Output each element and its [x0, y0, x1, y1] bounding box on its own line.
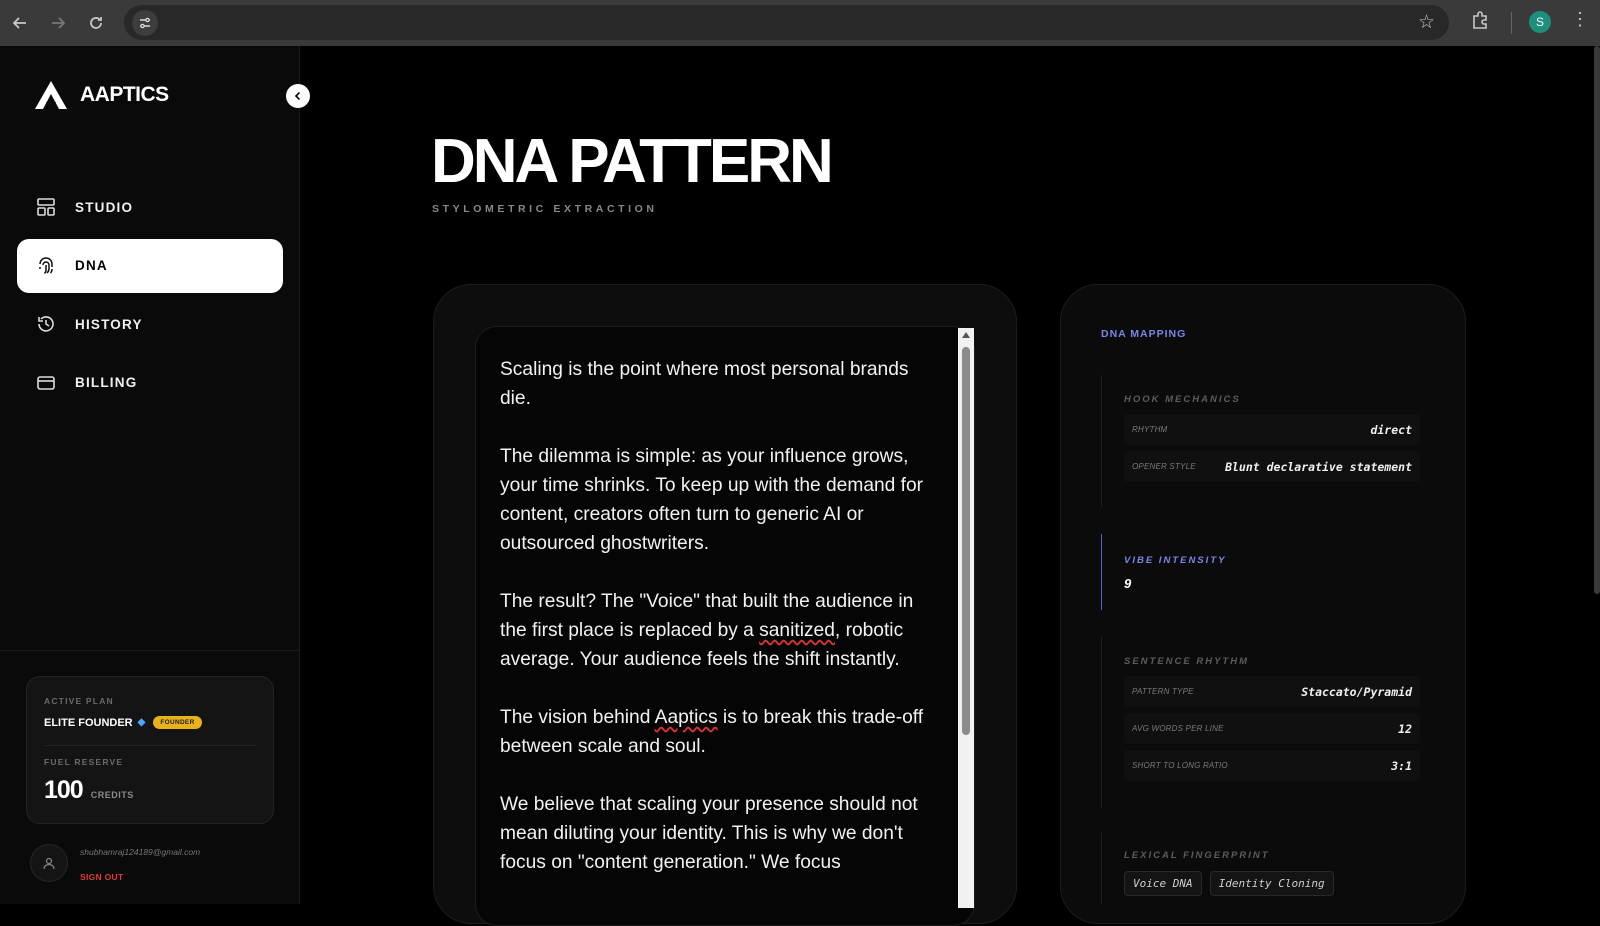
- bookmark-star-icon[interactable]: ☆: [1418, 11, 1435, 34]
- sidebar-item-label: HISTORY: [75, 316, 143, 332]
- chevron-left-icon: [294, 91, 301, 101]
- reload-icon: [90, 17, 102, 29]
- row-label: PATTERN TYPE: [1132, 687, 1194, 696]
- sidebar-item-dna[interactable]: DNA: [17, 238, 283, 293]
- collapse-sidebar-button[interactable]: [286, 84, 310, 108]
- section-title: LEXICAL FINGERPRINT: [1124, 850, 1270, 861]
- sidebar-item-billing[interactable]: BILLING: [17, 356, 283, 410]
- reload-button[interactable]: [78, 5, 114, 41]
- paragraph: The vision behind Aaptics is to break th…: [500, 707, 924, 757]
- sidebar-item-label: BILLING: [75, 375, 138, 390]
- paragraph: The result? The "Voice" that built the a…: [500, 591, 914, 670]
- opener-style-row: OPENER STYLE Blunt declarative statement: [1124, 451, 1420, 482]
- row-value: 3:1: [1391, 758, 1412, 773]
- spellcheck-word: Aaptics: [654, 707, 718, 728]
- row-label: AVG WORDS PER LINE: [1132, 724, 1224, 733]
- row-value: Staccato/Pyramid: [1301, 684, 1412, 699]
- credits-unit: CREDITS: [90, 790, 134, 800]
- back-button[interactable]: [2, 5, 38, 41]
- rhythm-row: RHYTHM direct: [1124, 414, 1420, 445]
- sidebar-item-label: STUDIO: [75, 199, 134, 215]
- tag-list: Voice DNA Identity Cloning: [1124, 871, 1419, 896]
- user-avatar[interactable]: [30, 844, 68, 882]
- aaptics-logo-icon: [35, 81, 67, 109]
- credit-card-icon: [35, 372, 57, 394]
- row-label: SHORT TO LONG RATIO: [1132, 761, 1228, 770]
- dna-mapping-title: DNA MAPPING: [1101, 328, 1187, 340]
- editor-text: Scaling is the point where most personal…: [500, 355, 940, 906]
- sign-out-button[interactable]: SIGN OUT: [80, 872, 124, 882]
- paragraph: We believe that scaling your presence sh…: [500, 794, 918, 873]
- editor-scrollbar[interactable]: [958, 328, 974, 908]
- row-value: 12: [1398, 721, 1412, 736]
- fingerprint-icon: [35, 255, 57, 277]
- plan-divider: [44, 745, 256, 746]
- arrow-right-icon: [52, 17, 66, 29]
- tag-voice-dna: Voice DNA: [1124, 871, 1202, 896]
- row-value: direct: [1370, 422, 1412, 437]
- page-scrollbar[interactable]: [1594, 46, 1600, 594]
- user-icon: [43, 857, 55, 870]
- diamond-icon: ◆: [137, 717, 146, 728]
- user-email: shubhamraj124189@gmail.com: [80, 847, 201, 857]
- plan-name: ELITE FOUNDER: [44, 716, 133, 729]
- browser-menu-icon[interactable]: ⋮: [1570, 9, 1590, 30]
- row-label: OPENER STYLE: [1132, 462, 1196, 471]
- avg-words-row: AVG WORDS PER LINE 12: [1124, 713, 1420, 744]
- row-value: Blunt declarative statement: [1225, 459, 1412, 474]
- brand-logo[interactable]: AAPTICS: [34, 80, 169, 110]
- pattern-type-row: PATTERN TYPE Staccato/Pyramid: [1124, 676, 1420, 707]
- sentence-rhythm-section: SENTENCE RHYTHM PATTERN TYPE Staccato/Py…: [1101, 636, 1420, 808]
- plan-name-row: ELITE FOUNDER ◆ FOUNDER: [44, 716, 202, 729]
- sidebar-nav: STUDIO DNA HISTORY BILLING: [17, 180, 283, 414]
- scrollbar-thumb[interactable]: [962, 347, 970, 735]
- sidebar-item-history[interactable]: HISTORY: [17, 297, 283, 351]
- spellcheck-word: sanitized: [759, 620, 835, 641]
- vibe-intensity-section: VIBE INTENSITY 9: [1101, 534, 1419, 610]
- credits-value: 100: [44, 776, 84, 804]
- hook-mechanics-section: HOOK MECHANICS RHYTHM direct OPENER STYL…: [1101, 375, 1420, 507]
- plan-card: ACTIVE PLAN ELITE FOUNDER ◆ FOUNDER FUEL…: [26, 676, 274, 824]
- history-icon: [35, 313, 57, 335]
- brand-name: AAPTICS: [80, 83, 169, 106]
- lexical-fingerprint-section: LEXICAL FINGERPRINT Voice DNA Identity C…: [1101, 833, 1419, 904]
- vibe-intensity-value: 9: [1124, 576, 1132, 591]
- content-textarea[interactable]: Scaling is the point where most personal…: [475, 326, 975, 926]
- sidebar: AAPTICS STUDIO DNA HISTORY BILLING ACTIV…: [0, 46, 300, 904]
- founder-badge: FOUNDER: [153, 716, 202, 729]
- fuel-reserve-label: FUEL RESERVE: [44, 757, 124, 767]
- page-subtitle: STYLOMETRIC EXTRACTION: [432, 203, 658, 215]
- section-title: VIBE INTENSITY: [1124, 555, 1227, 566]
- section-title: HOOK MECHANICS: [1124, 394, 1241, 405]
- user-row: shubhamraj124189@gmail.com SIGN OUT: [30, 844, 280, 884]
- section-title: SENTENCE RHYTHM: [1124, 656, 1250, 667]
- page-title: DNA PATTERN: [431, 127, 834, 196]
- short-long-ratio-row: SHORT TO LONG RATIO 3:1: [1124, 750, 1420, 781]
- row-label: RHYTHM: [1132, 425, 1168, 434]
- tag-identity-cloning: Identity Cloning: [1209, 871, 1334, 896]
- forward-button[interactable]: [40, 5, 76, 41]
- credits-display: 100 CREDITS: [44, 776, 134, 805]
- toolbar-divider: [1511, 12, 1512, 34]
- browser-toolbar: ☆ S ⋮: [0, 0, 1600, 46]
- arrow-left-icon: [12, 17, 26, 29]
- sidebar-item-studio[interactable]: STUDIO: [17, 180, 283, 234]
- layout-icon: [35, 196, 57, 218]
- active-plan-label: ACTIVE PLAN: [44, 696, 114, 706]
- sidebar-divider: [0, 650, 300, 651]
- paragraph: The dilemma is simple: as your influence…: [500, 446, 924, 554]
- profile-avatar[interactable]: S: [1529, 11, 1551, 33]
- extensions-icon[interactable]: [1470, 10, 1490, 35]
- address-bar[interactable]: ☆: [124, 5, 1449, 40]
- site-settings-icon[interactable]: [132, 10, 158, 36]
- scroll-up-icon[interactable]: [962, 332, 970, 338]
- paragraph: Scaling is the point where most personal…: [500, 359, 909, 409]
- sidebar-item-label: DNA: [75, 258, 108, 273]
